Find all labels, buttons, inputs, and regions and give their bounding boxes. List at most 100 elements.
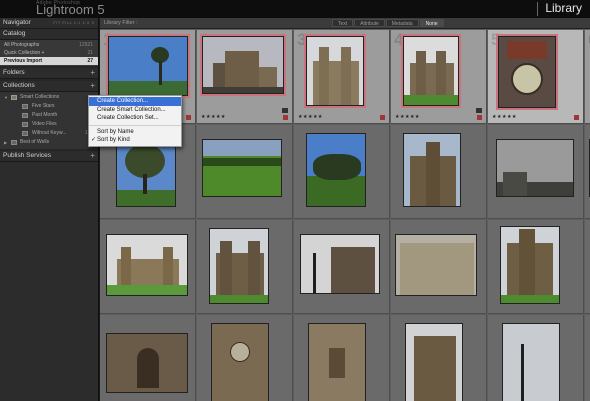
grid-cell[interactable] <box>197 220 293 314</box>
grid-cell[interactable] <box>391 220 487 314</box>
collection-video-files[interactable]: Video Files <box>0 120 98 129</box>
photo-thumbnail[interactable] <box>502 323 560 401</box>
folders-header[interactable]: Folders + <box>0 68 98 79</box>
collection-label: Past Month <box>32 112 58 118</box>
grid-cell[interactable] <box>488 220 584 314</box>
left-panel: Navigator FIT FILL 1:1 1:4 ⇕ Catalog All… <box>0 18 99 401</box>
grid-cell[interactable] <box>585 315 590 401</box>
catalog-list: All Photographs 12921 Quick Collection +… <box>0 40 98 66</box>
disclosure-triangle-icon[interactable]: ▼ <box>4 93 8 102</box>
grid-cell[interactable]: 6 <box>585 30 590 124</box>
photo-thumbnail[interactable] <box>202 139 282 197</box>
catalog-item-label: Quick Collection + <box>4 50 45 56</box>
collection-icon <box>11 140 17 145</box>
smart-collection-icon <box>22 104 28 109</box>
star-rating[interactable]: ★★★★★ <box>298 114 323 120</box>
grid-cell[interactable] <box>197 315 293 401</box>
catalog-item-all-photographs[interactable]: All Photographs 12921 <box>0 41 98 49</box>
identity-plate: Adobe Photoshop Lightroom 5 Library <box>0 0 590 18</box>
photo-thumbnail[interactable] <box>496 34 558 110</box>
photo-thumbnail[interactable] <box>211 323 269 401</box>
photo-thumbnail[interactable] <box>401 34 461 108</box>
catalog-label: Catalog <box>3 30 26 37</box>
grid-cell[interactable]: 3 ★★★★★ <box>294 30 390 124</box>
photo-thumbnail[interactable] <box>405 323 463 401</box>
grid-cell[interactable] <box>294 220 390 314</box>
grid-cell[interactable] <box>585 125 590 219</box>
star-rating[interactable]: ★★★★★ <box>201 114 226 120</box>
photo-thumbnail[interactable] <box>395 234 477 296</box>
navigator-zoom-options[interactable]: FIT FILL 1:1 1:4 ⇕ <box>53 20 95 25</box>
photo-thumbnail[interactable] <box>403 133 461 207</box>
smart-collection-icon <box>22 122 28 127</box>
menu-item-create-collection[interactable]: Create Collection... <box>89 97 181 106</box>
collection-best-of-wells[interactable]: ▶ Best of Wells <box>0 138 98 147</box>
add-publish-service-icon[interactable]: + <box>90 151 95 160</box>
menu-item-sort-by-name[interactable]: Sort by Name <box>89 128 181 137</box>
grid-cell[interactable] <box>488 125 584 219</box>
filter-tab-text[interactable]: Text <box>332 19 354 27</box>
photo-thumbnail[interactable] <box>500 226 560 304</box>
module-library[interactable]: Library <box>545 1 582 15</box>
photo-thumbnail[interactable] <box>300 234 380 294</box>
filter-tab-metadata[interactable]: Metadata <box>385 19 419 27</box>
disclosure-triangle-icon[interactable]: ▶ <box>4 138 7 147</box>
grid-cell[interactable] <box>391 315 487 401</box>
grid-cell[interactable] <box>100 220 196 314</box>
checkmark-icon: ✓ <box>91 137 97 143</box>
filter-tab-none[interactable]: None <box>419 19 444 27</box>
collection-label: Best of Wells <box>20 139 50 145</box>
photo-thumbnail[interactable] <box>306 133 366 207</box>
menu-item-create-smart-collection[interactable]: Create Smart Collection... <box>89 106 181 115</box>
navigator-header[interactable]: Navigator FIT FILL 1:1 1:4 ⇕ <box>0 18 98 29</box>
photo-thumbnail[interactable] <box>308 323 366 401</box>
grid-cell[interactable]: 2 ★★★★★ <box>197 30 293 124</box>
navigator-label: Navigator <box>3 19 31 26</box>
photo-thumbnail[interactable] <box>304 34 366 108</box>
add-folder-icon[interactable]: + <box>90 68 95 77</box>
collection-past-month[interactable]: Past Month <box>0 111 98 120</box>
photo-thumbnail[interactable] <box>106 34 190 98</box>
photo-thumbnail[interactable] <box>106 234 188 296</box>
grid-cell[interactable] <box>294 125 390 219</box>
grid-cell[interactable] <box>391 125 487 219</box>
photo-thumbnail[interactable] <box>106 333 188 393</box>
photo-thumbnail[interactable] <box>200 34 286 96</box>
grid-cell-selected[interactable]: 5 ★★★★★ <box>488 30 584 124</box>
collection-label: Without Keyw... <box>32 130 67 136</box>
star-rating[interactable]: ★★★★★ <box>492 114 517 120</box>
publish-services-header[interactable]: Publish Services + <box>0 151 98 162</box>
grid-cell[interactable] <box>100 315 196 401</box>
catalog-item-previous-import[interactable]: Previous Import 27 <box>0 57 98 65</box>
catalog-header[interactable]: Catalog <box>0 29 98 40</box>
grid-cell[interactable] <box>197 125 293 219</box>
menu-item-sort-by-kind[interactable]: ✓ Sort by Kind <box>89 136 181 145</box>
publish-services-label: Publish Services <box>3 152 52 159</box>
filter-tabs: Text Attribute Metadata None <box>332 19 444 27</box>
grid-cell[interactable] <box>294 315 390 401</box>
photo-thumbnail[interactable] <box>496 139 574 197</box>
collection-set-smart-collections[interactable]: ▼ Smart Collections <box>0 93 98 102</box>
catalog-item-quick-collection[interactable]: Quick Collection + 21 <box>0 49 98 57</box>
star-rating[interactable]: ★★★★★ <box>395 114 420 120</box>
collection-label: Video Files <box>32 121 57 127</box>
grid-cell[interactable]: 4 ★★★★★ <box>391 30 487 124</box>
collection-badge-icon <box>283 115 288 120</box>
photo-thumbnail[interactable] <box>209 228 269 304</box>
collection-badge-icon <box>186 115 191 120</box>
collection-badge-icon <box>477 115 482 120</box>
folders-label: Folders <box>3 69 25 76</box>
library-filter-bar: Library Filter : Text Attribute Metadata… <box>100 18 590 29</box>
add-collection-icon[interactable]: + <box>90 81 95 90</box>
catalog-item-count: 21 <box>87 50 93 56</box>
filter-tab-attribute[interactable]: Attribute <box>354 19 385 27</box>
grid-cell[interactable] <box>488 315 584 401</box>
collection-without-keywords[interactable]: Without Keyw... 1284 <box>0 129 98 138</box>
collection-five-stars[interactable]: Five Stars <box>0 102 98 111</box>
grid-cell[interactable] <box>585 220 590 314</box>
menu-item-create-collection-set[interactable]: Create Collection Set... <box>89 114 181 123</box>
collections-header[interactable]: Collections + <box>0 81 98 92</box>
smart-collection-icon <box>22 113 28 118</box>
metadata-icon <box>282 108 288 113</box>
collection-set-icon <box>11 95 17 100</box>
